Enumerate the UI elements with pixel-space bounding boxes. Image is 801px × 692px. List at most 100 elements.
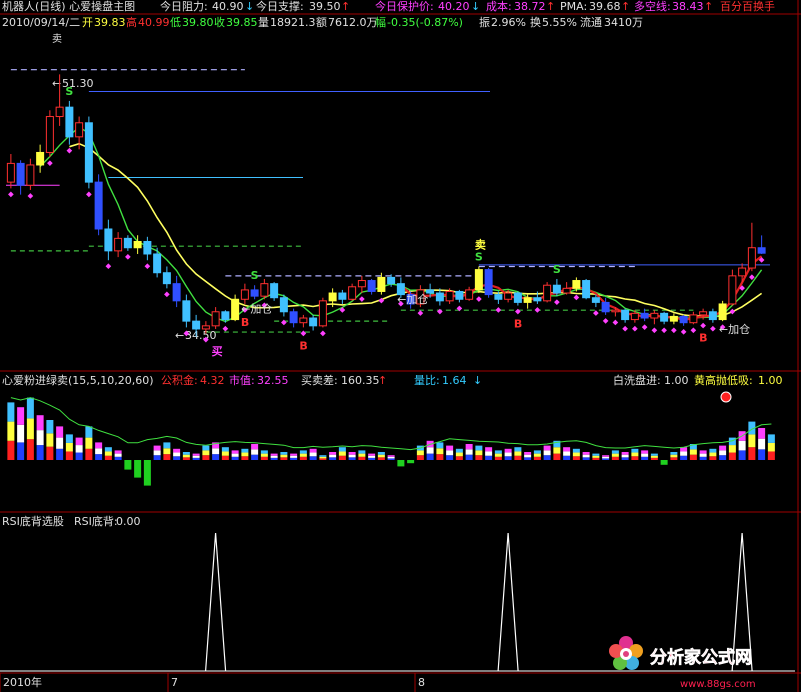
indicator-bar <box>572 448 580 453</box>
indicator-bar <box>368 455 376 458</box>
indicator-bar <box>504 456 512 460</box>
indicator-bar <box>212 454 220 460</box>
indicator-bar <box>153 445 161 451</box>
candle-body <box>747 247 756 269</box>
candle-body <box>143 240 152 255</box>
indicator-bar <box>543 455 551 460</box>
indicator-bar <box>7 402 15 422</box>
indicator-bar <box>670 454 678 458</box>
indicator-title: 心爱粉进绿卖(15,5,10,20,60) <box>2 373 154 387</box>
indicator-bar <box>475 450 483 456</box>
indicator-bar <box>192 455 200 458</box>
candle-body <box>26 164 35 186</box>
indicator-bar <box>602 455 610 457</box>
indicator-bar <box>299 453 307 457</box>
indicator-bar <box>56 426 64 438</box>
candle-body <box>318 300 327 327</box>
sell-signal: 卖 <box>475 237 486 251</box>
indicator-bar <box>446 455 454 460</box>
indicator-bar <box>114 450 122 454</box>
indicator-bar <box>689 454 697 460</box>
low-mark: 34.50 <box>185 329 217 342</box>
indicator-bar <box>592 457 600 460</box>
vr-label: 量比: <box>414 374 440 387</box>
indicator-bar <box>524 452 532 455</box>
indicator-bar <box>36 415 44 431</box>
indicator-bar <box>280 452 288 455</box>
x-label-1: 2010年 <box>3 675 42 689</box>
quote-close-label: 收 <box>214 15 225 29</box>
candle-body <box>455 290 464 300</box>
indicator-bar <box>592 455 600 458</box>
indicator-bar <box>524 454 532 458</box>
candle-body <box>75 122 84 138</box>
candle-body <box>718 303 727 321</box>
indicator-bar <box>231 450 239 454</box>
indicator-bar <box>533 456 541 460</box>
quote-high: 40.99 <box>138 16 170 29</box>
indicator-bar <box>670 457 678 460</box>
indicator-bar <box>173 456 181 460</box>
indicator-bar <box>221 455 229 460</box>
sell-signal: S <box>65 85 73 98</box>
candle-body <box>699 311 708 316</box>
fund-label: 公积金: <box>161 373 198 387</box>
stock-chart[interactable]: 机器人(日线) 心爱操盘主图 今日阻力: 40.90 ↓ 今日支撑: 39.50… <box>0 0 801 692</box>
quote-change: -0.35(-0.87%) <box>387 16 463 29</box>
indicator-bar <box>173 452 181 457</box>
indicator-bar <box>680 455 688 460</box>
indicator-bar <box>319 458 327 460</box>
candle-body <box>523 297 532 303</box>
indicator-bar <box>514 455 522 460</box>
indicator-bar <box>143 460 151 486</box>
indicator-bar <box>221 451 229 456</box>
buy-signal: B <box>299 339 307 352</box>
candle-body <box>133 240 142 249</box>
indicator-bar <box>309 448 317 453</box>
indicator-bar <box>504 452 512 457</box>
indicator-bar <box>114 456 122 460</box>
indicator-bar <box>748 434 756 448</box>
indicator-bar <box>338 451 346 456</box>
candle-body <box>45 116 54 153</box>
indicator-bar <box>611 456 619 460</box>
candle-body <box>348 286 357 300</box>
quote-date: 2010/09/14/二 <box>2 16 80 29</box>
pma-value: 39.68 <box>589 0 621 13</box>
quote-amount-label: 额 <box>316 16 327 29</box>
indicator-bar <box>543 445 551 451</box>
indicator-bar <box>192 457 200 460</box>
candle-body <box>279 297 288 313</box>
bull-arrow: ↑ <box>704 0 713 13</box>
bull-value: 38.43 <box>672 0 704 13</box>
quote-amount: 7612.0万 <box>328 16 378 29</box>
indicator-bar <box>124 460 132 470</box>
candle-body <box>513 292 522 303</box>
indicator-bar <box>611 453 619 457</box>
alert-icon <box>720 391 732 403</box>
indicator-bar <box>260 456 268 460</box>
candle-body <box>543 284 552 302</box>
hand-label: 百分百换手 <box>720 0 775 13</box>
indicator-bar <box>260 450 268 454</box>
indicator-bar <box>65 442 73 452</box>
indicator-bar <box>485 455 493 460</box>
indicator-bar <box>670 452 678 455</box>
diff-arrow: ↑ <box>378 374 387 387</box>
indicator-bar <box>348 454 356 458</box>
indicator-bar <box>543 450 551 456</box>
main-header: 机器人(日线) 心爱操盘主图 今日阻力: 40.90 ↓ 今日支撑: 39.50… <box>2 0 775 13</box>
diff-label: 买卖差: <box>301 373 338 387</box>
pe-label: 市值: <box>229 373 255 387</box>
vr-value: 1.64 <box>442 374 467 387</box>
candle-body <box>757 247 766 254</box>
candle-body <box>6 162 15 183</box>
quote-amplitude: 2.96% <box>491 16 526 29</box>
indicator-bar <box>767 451 775 460</box>
candle-body <box>260 283 269 297</box>
candle-body <box>357 280 366 288</box>
candle-body <box>309 317 318 327</box>
indicator-bar <box>689 449 697 455</box>
indicator-bar <box>134 460 142 478</box>
candle-body <box>338 292 347 300</box>
